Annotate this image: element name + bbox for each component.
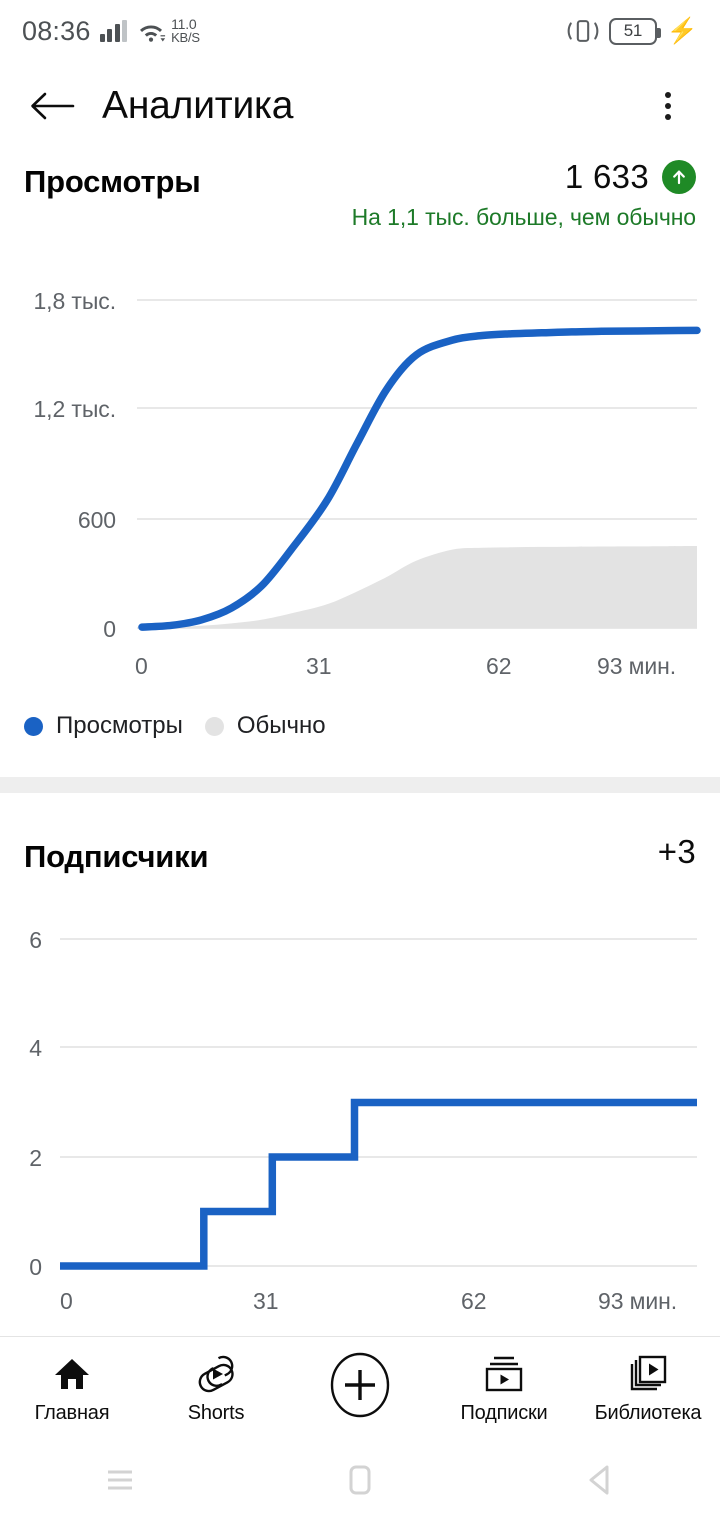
recents-menu-icon — [108, 1470, 132, 1490]
views-metric: 1 633 — [565, 158, 696, 196]
status-bar: 08:36 11.0 KB/S 51 ⚡ — [0, 0, 720, 62]
overflow-menu-button[interactable] — [640, 78, 696, 134]
system-recents-button[interactable] — [0, 1463, 240, 1497]
nav-label-subscriptions: Подписки — [460, 1401, 548, 1424]
subs-xtick-31: 31 — [253, 1288, 279, 1314]
status-bar-clock: 08:36 — [22, 15, 91, 46]
legend-dot-views — [24, 716, 43, 736]
battery-icon: 51 — [608, 17, 661, 45]
app-bar: Аналитика — [0, 62, 720, 150]
views-xtick-0: 0 — [135, 653, 148, 679]
kebab-menu-icon — [665, 92, 671, 98]
wifi-icon — [140, 25, 166, 42]
subscribers-section-header: Подписчики +3 — [0, 833, 720, 893]
signal-bars-icon — [99, 19, 128, 42]
section-divider — [0, 777, 720, 793]
back-arrow-icon — [31, 92, 75, 120]
battery-level: 51 — [623, 21, 643, 40]
vibrate-icon — [567, 20, 599, 42]
views-xtick-93: 93 мин. — [597, 653, 677, 679]
legend-dot-usual — [204, 716, 224, 736]
back-button[interactable] — [24, 78, 80, 134]
views-xtick-62: 62 — [486, 653, 512, 679]
bottom-navigation: Главная Shorts Подписки Библиотека — [0, 1336, 720, 1440]
views-usual-area — [142, 546, 697, 628]
nav-label-library: Библиотека — [594, 1401, 702, 1424]
subs-xtick-0: 0 — [60, 1288, 73, 1314]
system-home-button[interactable] — [240, 1460, 480, 1500]
views-comparison-text: На 1,1 тыс. больше, чем обычно — [351, 204, 696, 230]
nav-item-create[interactable] — [288, 1337, 432, 1441]
nav-item-shorts[interactable]: Shorts — [144, 1337, 288, 1441]
system-back-button[interactable] — [480, 1461, 720, 1499]
views-ytick-1200: 1,2 тыс. — [33, 396, 116, 422]
nav-label-shorts: Shorts — [187, 1401, 245, 1424]
shorts-icon — [196, 1353, 236, 1395]
arrow-up-icon — [662, 160, 696, 194]
views-section-header: Просмотры 1 633 На 1,1 тыс. больше, чем … — [0, 158, 720, 238]
subscribers-value: +3 — [657, 833, 696, 870]
subs-xtick-93: 93 мин. — [598, 1288, 678, 1314]
subs-ytick-6: 6 — [29, 927, 42, 953]
nav-label-home: Главная — [34, 1401, 110, 1424]
legend-item-usual[interactable]: Обычно — [204, 712, 326, 740]
back-triangle-icon — [589, 1465, 609, 1495]
analytics-screen: 08:36 11.0 KB/S 51 ⚡ Аналитика Просмотры… — [0, 0, 720, 1520]
views-ytick-600: 600 — [77, 507, 116, 533]
legend-label-views: Просмотры — [56, 712, 183, 739]
views-ytick-1800: 1,8 тыс. — [33, 288, 116, 314]
subs-ytick-0: 0 — [29, 1254, 42, 1280]
network-speed-unit: KB/S — [171, 30, 200, 45]
charging-bolt-icon: ⚡ — [666, 16, 698, 45]
create-plus-icon — [327, 1352, 393, 1418]
nav-item-library[interactable]: Библиотека — [576, 1337, 720, 1441]
legend-item-views[interactable]: Просмотры — [24, 712, 183, 740]
subscribers-line — [60, 1098, 697, 1270]
views-legend: Просмотры Обычно — [24, 712, 326, 740]
views-chart[interactable]: 1,8 тыс. 1,2 тыс. 600 0 0 31 62 93 мин. — [0, 268, 720, 688]
library-icon — [627, 1353, 669, 1395]
subscriptions-icon — [483, 1353, 525, 1395]
views-value: 1 633 — [564, 158, 649, 195]
subscribers-title: Подписчики — [24, 839, 209, 874]
wifi-speed-group: 11.0 KB/S — [136, 17, 200, 45]
subs-ytick-2: 2 — [29, 1145, 42, 1171]
page-title: Аналитика — [102, 84, 294, 127]
views-xtick-31: 31 — [306, 653, 332, 679]
views-title: Просмотры — [24, 164, 201, 199]
system-navigation-bar — [0, 1440, 720, 1520]
subscribers-metric: +3 — [658, 833, 696, 871]
nav-item-home[interactable]: Главная — [0, 1337, 144, 1441]
subs-xtick-62: 62 — [461, 1288, 487, 1314]
views-ytick-0: 0 — [103, 616, 116, 642]
legend-label-usual: Обычно — [236, 712, 326, 739]
network-speed: 11.0 KB/S — [171, 17, 200, 45]
nav-item-subscriptions[interactable]: Подписки — [432, 1337, 576, 1441]
home-square-icon — [349, 1465, 371, 1495]
subs-ytick-4: 4 — [29, 1035, 42, 1061]
status-bar-right: 51 ⚡ — [567, 17, 698, 45]
subscribers-chart[interactable]: 6 4 2 0 0 31 62 93 мин. — [0, 905, 720, 1325]
status-bar-left: 08:36 11.0 KB/S — [22, 16, 200, 47]
subscribers-chart-svg — [60, 938, 697, 1270]
home-icon — [52, 1353, 92, 1395]
